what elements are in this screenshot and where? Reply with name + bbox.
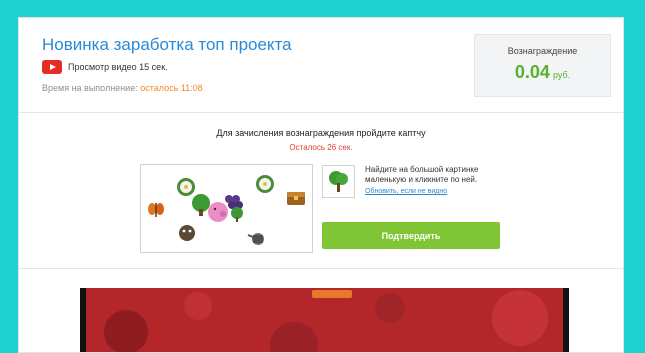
- tree-icon[interactable]: [192, 194, 210, 216]
- tree-icon[interactable]: [231, 207, 243, 222]
- white-flower-icon[interactable]: [177, 178, 195, 196]
- coin-icon: [184, 292, 212, 320]
- captcha-section: Для зачисления вознаграждения пройдите к…: [19, 113, 623, 269]
- white-flower-icon[interactable]: [256, 175, 274, 193]
- time-row: Время на выполнение: осталось 11:08: [42, 83, 203, 93]
- confirm-button[interactable]: Подтвердить: [322, 222, 500, 249]
- time-label: Время на выполнение:: [42, 83, 138, 93]
- reward-amount: 0.04: [514, 62, 550, 82]
- video-label-badge: [312, 290, 352, 298]
- coin-icon: [104, 310, 148, 352]
- refresh-link[interactable]: Обновить, если не видно: [365, 188, 447, 195]
- sample-image: [322, 165, 355, 198]
- animal-icon[interactable]: [179, 225, 195, 241]
- bitcoin-icon: [492, 290, 548, 346]
- youtube-icon: [42, 60, 62, 74]
- video-player[interactable]: [80, 288, 569, 352]
- pig-icon[interactable]: [208, 202, 228, 222]
- butterfly-icon[interactable]: [148, 203, 164, 217]
- reward-value: 0.04 руб.: [475, 62, 610, 83]
- captcha-remaining: Осталось 26 сек.: [289, 143, 353, 152]
- tree-icon: [329, 171, 348, 192]
- captcha-instruction: Найдите на большой картинке маленькую и …: [365, 165, 479, 184]
- reward-box: Вознаграждение 0.04 руб.: [474, 34, 611, 97]
- task-type: Просмотр видео 15 сек.: [42, 59, 168, 75]
- captcha-title: Для зачисления вознаграждения пройдите к…: [216, 128, 426, 138]
- grapes-icon[interactable]: [225, 195, 243, 209]
- treasure-chest-icon[interactable]: [287, 192, 305, 205]
- task-header: Новинка заработка топ проекта Просмотр в…: [19, 18, 623, 113]
- time-left: осталось 11:08: [140, 83, 203, 93]
- reward-label: Вознаграждение: [507, 46, 578, 56]
- task-type-label: Просмотр видео 15 сек.: [68, 62, 168, 72]
- captcha-image[interactable]: [140, 164, 313, 253]
- mine-cart-icon[interactable]: [247, 233, 264, 245]
- coin-icon: [375, 293, 405, 323]
- reward-unit: руб.: [552, 70, 571, 80]
- task-title[interactable]: Новинка заработка топ проекта: [42, 35, 292, 55]
- task-card: Новинка заработка топ проекта Просмотр в…: [18, 17, 624, 353]
